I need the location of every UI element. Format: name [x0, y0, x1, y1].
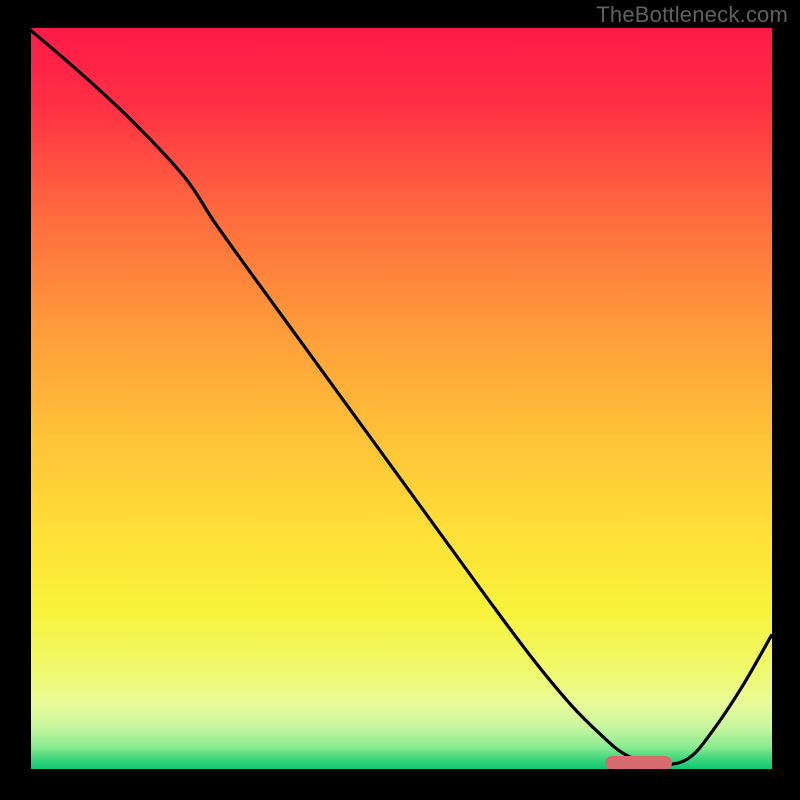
chart-curve-line [28, 28, 772, 772]
page-root: TheBottleneck.com [0, 0, 800, 800]
watermark-text: TheBottleneck.com [596, 2, 788, 28]
x-axis [28, 769, 772, 772]
optimum-marker-pill [605, 756, 672, 770]
y-axis [28, 28, 31, 772]
chart-axes [28, 28, 772, 772]
